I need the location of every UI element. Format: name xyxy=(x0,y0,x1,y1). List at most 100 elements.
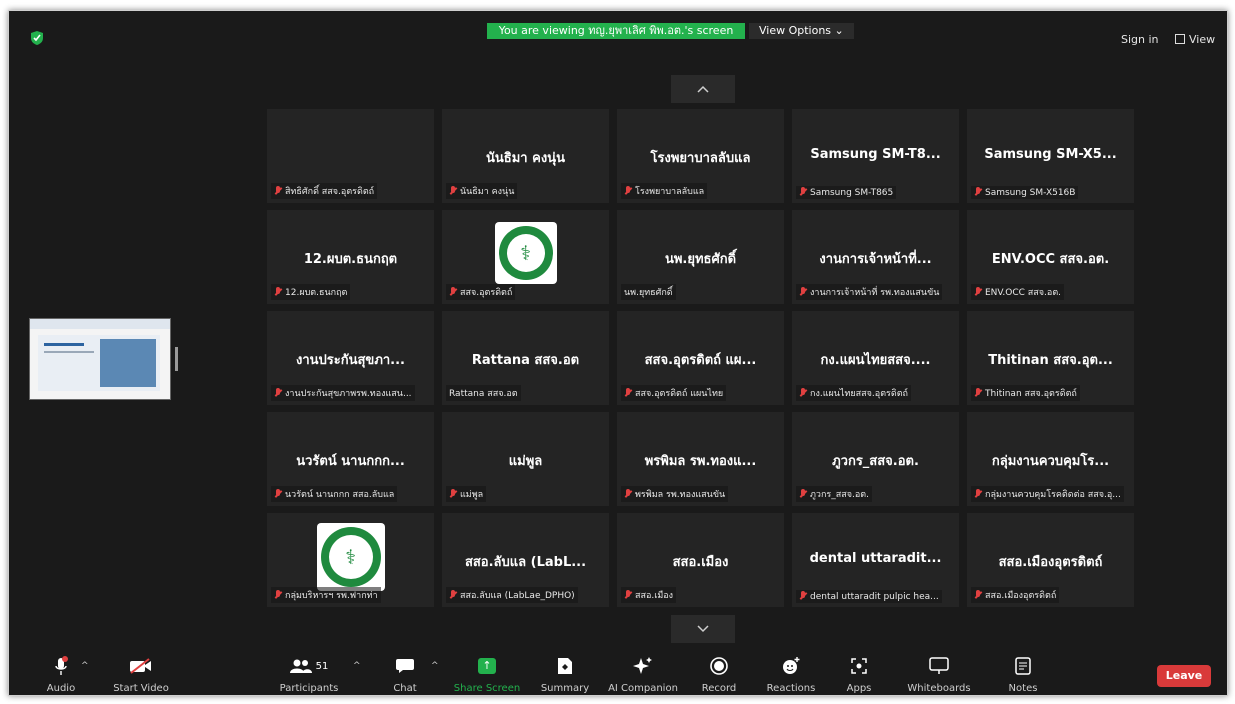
participant-tile[interactable]: สสอ.เมืองอุตรดิตถ์ สสอ.เมืองอุตรดิตถ์ xyxy=(967,513,1134,607)
participant-tile[interactable]: แม่พูล แม่พูล xyxy=(442,412,609,506)
audio-button[interactable]: Audio xyxy=(19,655,103,694)
participant-display-name: Samsung SM-T8... xyxy=(810,147,941,162)
leave-button[interactable]: Leave xyxy=(1157,665,1211,687)
apps-button[interactable]: Apps xyxy=(817,655,901,694)
participant-display-name: สสจ.อุตรดิตถ์ แผ... xyxy=(644,353,757,368)
participant-tile[interactable]: สสจ.อุตรดิตถ์ แผ... สสจ.อุตรดิตถ์ แผนไทย xyxy=(617,311,784,405)
muted-mic-icon xyxy=(799,287,807,296)
ai-companion-button[interactable]: AI Companion xyxy=(601,655,685,694)
participant-name-text: Samsung SM-X516B xyxy=(985,188,1076,198)
participant-tile[interactable]: งานการเจ้าหน้าที่... งานการเจ้าหน้าที่ รพ… xyxy=(792,210,959,304)
screen-share-banner: You are viewing ทญ.ยุพาเลิศ พิพ.อต.'s sc… xyxy=(487,23,745,39)
participant-name-text: พรพิมล รพ.ทองแสนขัน xyxy=(635,490,726,500)
start-video-button[interactable]: Start Video xyxy=(99,655,183,694)
participant-display-name: กง.แผนไทยสสจ.... xyxy=(820,353,931,368)
view-label: View xyxy=(1189,33,1216,46)
participant-name-label: กลุ่มงานควบคุมโรคติดต่อ สสจ.อุ... xyxy=(971,486,1124,502)
participant-tile[interactable]: สิทธิศักดิ์ สสจ.อุตรดิตถ์ xyxy=(267,109,434,203)
participant-name-text: dental uttaradit pulpic hea... xyxy=(810,592,939,602)
page-down-button[interactable] xyxy=(671,615,735,643)
participant-tile[interactable]: กลุ่มงานควบคุมโร... กลุ่มงานควบคุมโรคติดต… xyxy=(967,412,1134,506)
participant-display-name: กลุ่มงานควบคุมโร... xyxy=(991,454,1110,469)
notes-icon xyxy=(1015,657,1031,675)
muted-mic-icon xyxy=(799,187,807,196)
sign-in-link[interactable]: Sign in xyxy=(1121,33,1159,46)
thumbnail-heading xyxy=(44,343,84,346)
participant-tile[interactable]: นพ.ยุทธศักดิ์ นพ.ยุทธศักดิ์ xyxy=(617,210,784,304)
participant-tile[interactable]: ⚕ สสจ.อุตรดิตถ์ xyxy=(442,210,609,304)
participant-tile[interactable]: โรงพยาบาลลับแล โรงพยาบาลลับแล xyxy=(617,109,784,203)
participant-tile[interactable]: ENV.OCC สสจ.อต. ENV.OCC สสจ.อต. xyxy=(967,210,1134,304)
muted-mic-icon xyxy=(974,287,982,296)
participant-tile[interactable]: Rattana สสจ.อต Rattana สสจ.อต xyxy=(442,311,609,405)
muted-mic-icon xyxy=(274,388,282,397)
participant-display-name: ภูวกร_สสจ.อต. xyxy=(832,454,919,469)
muted-mic-icon xyxy=(449,287,457,296)
share-screen-icon: ↑ xyxy=(478,658,496,674)
participant-tile[interactable]: Samsung SM-T8... Samsung SM-T865 xyxy=(792,109,959,203)
view-options-button[interactable]: View Options ⌄ xyxy=(749,23,854,39)
participant-name-label: แม่พูล xyxy=(446,486,487,502)
participant-name-text: กง.แผนไทยสสจ.อุตรดิตถ์ xyxy=(810,389,909,399)
participant-tile[interactable]: สสอ.เมือง สสอ.เมือง xyxy=(617,513,784,607)
audio-label: Audio xyxy=(46,683,76,694)
view-options-label: View Options xyxy=(759,24,832,37)
participant-tile[interactable]: Samsung SM-X5... Samsung SM-X516B xyxy=(967,109,1134,203)
thumbnail-resize-handle[interactable] xyxy=(175,347,178,371)
chat-options-caret-icon[interactable]: ^ xyxy=(431,661,439,671)
participant-tile[interactable]: นันธิมา คงนุ่น นันธิมา คงนุ่น xyxy=(442,109,609,203)
participant-tile[interactable]: ⚕ กลุ่มบริหารฯ รพ.ฟากท่า xyxy=(267,513,434,607)
chat-bubble-icon xyxy=(396,659,414,673)
participant-tile[interactable]: ภูวกร_สสจ.อต. ภูวกร_สสจ.อต. xyxy=(792,412,959,506)
view-button[interactable]: View xyxy=(1175,33,1215,46)
share-screen-button[interactable]: ↑ Share Screen xyxy=(445,655,529,694)
participants-options-caret-icon[interactable]: ^ xyxy=(353,661,361,671)
participants-count: 51 xyxy=(315,660,329,672)
participant-tile[interactable]: สสอ.ลับแล (LabL... สสอ.ลับแล (LabLae_DPHO… xyxy=(442,513,609,607)
participant-tile[interactable]: นวรัตน์ นานกกก... นวรัตน์ นานกกก สสอ.ลับแ… xyxy=(267,412,434,506)
participants-icon xyxy=(289,659,312,673)
participant-tile[interactable]: Thitinan สสจ.อุต... Thitinan สสจ.อุตรดิตถ… xyxy=(967,311,1134,405)
audio-options-caret-icon[interactable]: ^ xyxy=(81,661,89,671)
participant-name-label: งานการเจ้าหน้าที่ รพ.ทองแสนขัน xyxy=(796,284,943,300)
ai-companion-label: AI Companion xyxy=(608,683,678,694)
hospital-logo-icon: ⚕ xyxy=(316,523,385,591)
muted-mic-icon xyxy=(799,388,807,397)
notes-button[interactable]: Notes xyxy=(981,655,1065,694)
participant-tile[interactable]: 12.ผบต.ธนกฤต 12.ผบต.ธนกฤต xyxy=(267,210,434,304)
participant-name-label: Thitinan สสจ.อุตรดิตถ์ xyxy=(971,385,1080,401)
participant-name-text: สสจ.อุตรดิตถ์ แผนไทย xyxy=(635,389,724,399)
muted-mic-icon xyxy=(624,186,632,195)
participant-name-text: 12.ผบต.ธนกฤต xyxy=(285,288,348,298)
record-icon xyxy=(710,657,728,675)
summary-button[interactable]: Summary xyxy=(523,655,607,694)
participant-display-name: โรงพยาบาลลับแล xyxy=(650,151,751,166)
participant-name-text: ภูวกร_สสจ.อต. xyxy=(810,490,870,500)
participant-name-label: พรพิมล รพ.ทองแสนขัน xyxy=(621,486,729,502)
start-video-label: Start Video xyxy=(113,683,169,694)
participant-name-label: สิทธิศักดิ์ สสจ.อุตรดิตถ์ xyxy=(271,183,378,199)
participant-tile[interactable]: งานประกันสุขภา... งานประกันสุขภาพรพ.ทองแส… xyxy=(267,311,434,405)
reactions-smiley-icon xyxy=(783,657,800,674)
participant-name-label: สสอ.เมืองอุตรดิตถ์ xyxy=(971,587,1060,603)
participant-name-text: นันธิมา คงนุ่น xyxy=(460,187,515,197)
muted-mic-icon xyxy=(974,590,982,599)
muted-mic-icon xyxy=(799,489,807,498)
chevron-up-icon xyxy=(697,85,709,93)
participants-button[interactable]: 51 Participants xyxy=(267,655,351,694)
participant-name-label: นันธิมา คงนุ่น xyxy=(446,183,518,199)
whiteboards-button[interactable]: Whiteboards xyxy=(897,655,981,694)
participant-display-name: นวรัตน์ นานกกก... xyxy=(296,454,405,469)
participant-display-name: สสอ.ลับแล (LabL... xyxy=(464,555,587,570)
muted-mic-icon xyxy=(449,186,457,195)
participant-display-name: ENV.OCC สสจ.อต. xyxy=(991,252,1110,267)
participant-tile[interactable]: dental uttaradit... dental uttaradit pulp… xyxy=(792,513,959,607)
participant-display-name: Rattana สสจ.อต xyxy=(471,353,580,368)
shared-screen-thumbnail[interactable] xyxy=(29,318,171,400)
muted-mic-icon xyxy=(274,489,282,498)
page-up-button[interactable] xyxy=(671,75,735,103)
security-shield-icon[interactable] xyxy=(31,31,43,45)
participant-display-name: แม่พูล xyxy=(508,454,543,469)
participant-tile[interactable]: พรพิมล รพ.ทองแ... พรพิมล รพ.ทองแสนขัน xyxy=(617,412,784,506)
participant-tile[interactable]: กง.แผนไทยสสจ.... กง.แผนไทยสสจ.อุตรดิตถ์ xyxy=(792,311,959,405)
